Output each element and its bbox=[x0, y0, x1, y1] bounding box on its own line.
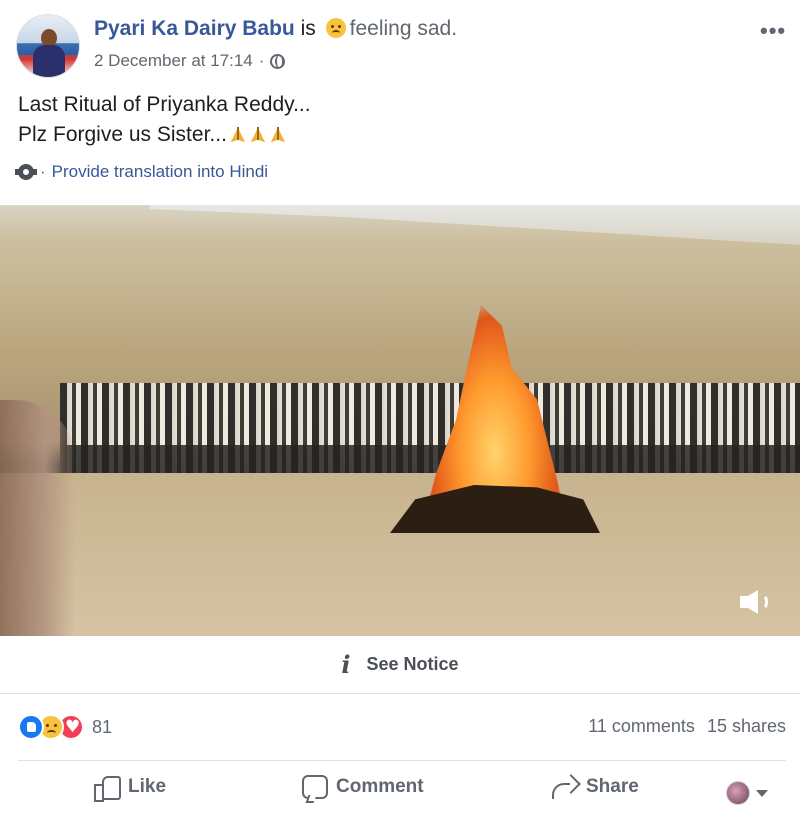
like-button[interactable]: Like bbox=[94, 775, 167, 802]
video-foreground-figure bbox=[0, 400, 75, 636]
chevron-down-icon bbox=[756, 789, 768, 797]
post-text-line-1: Last Ritual of Priyanka Reddy... bbox=[18, 93, 311, 116]
comments-count-link[interactable]: 11 comments bbox=[588, 716, 695, 737]
folded-hands-emoji-icon bbox=[229, 125, 247, 143]
thumbs-up-icon bbox=[94, 775, 121, 802]
comment-label: Comment bbox=[336, 776, 424, 797]
is-text: is bbox=[300, 17, 316, 40]
more-options-button[interactable]: ••• bbox=[760, 18, 786, 44]
globe-icon[interactable] bbox=[270, 53, 286, 69]
see-notice-label[interactable]: See Notice bbox=[367, 654, 459, 675]
gear-icon[interactable] bbox=[15, 164, 37, 180]
post-timestamp[interactable]: 2 December at 17:14 bbox=[94, 51, 253, 71]
video-player[interactable] bbox=[0, 205, 800, 636]
translation-row: · Provide translation into Hindi bbox=[15, 162, 268, 182]
reaction-count[interactable]: 81 bbox=[92, 717, 112, 738]
author-name-link[interactable]: Pyari Ka Dairy Babu bbox=[94, 17, 295, 40]
post-text-line-2: Plz Forgive us Sister... bbox=[18, 123, 227, 146]
shares-count-link[interactable]: 15 shares bbox=[707, 716, 786, 737]
engagement-counts: 11 comments 15 shares bbox=[588, 716, 786, 737]
post-meta: 2 December at 17:14 · bbox=[94, 51, 286, 71]
author-avatar[interactable] bbox=[16, 14, 80, 78]
share-label: Share bbox=[586, 776, 639, 797]
meta-separator: · bbox=[258, 51, 265, 70]
info-icon: i bbox=[341, 650, 351, 679]
translate-link[interactable]: Provide translation into Hindi bbox=[52, 162, 268, 182]
video-fire bbox=[390, 305, 600, 535]
feeling-text: feeling sad. bbox=[349, 17, 458, 40]
user-mini-avatar bbox=[726, 781, 750, 805]
sad-face-emoji-icon bbox=[325, 18, 346, 38]
like-label: Like bbox=[128, 776, 167, 797]
post-actions: Like Comment Share bbox=[18, 760, 786, 816]
comment-button[interactable]: Comment bbox=[302, 775, 424, 799]
translate-separator: · bbox=[40, 162, 46, 181]
post-text-line-2-row: Plz Forgive us Sister... bbox=[18, 120, 311, 150]
post-stats: 81 11 comments 15 shares bbox=[0, 700, 800, 756]
like-reaction-icon bbox=[18, 714, 44, 740]
share-arrow-icon bbox=[550, 775, 578, 799]
video-sky bbox=[150, 205, 800, 245]
post-title-line: Pyari Ka Dairy Babu is feeling sad. bbox=[94, 16, 457, 42]
volume-icon[interactable] bbox=[740, 588, 772, 616]
folded-hands-emoji-icon bbox=[249, 125, 267, 143]
post-header: Pyari Ka Dairy Babu is feeling sad. 2 De… bbox=[0, 0, 800, 84]
folded-hands-emoji-icon bbox=[269, 125, 287, 143]
see-notice-bar[interactable]: i See Notice bbox=[0, 636, 800, 694]
reactions-summary[interactable]: 81 bbox=[18, 714, 112, 740]
comment-bubble-icon bbox=[302, 775, 328, 799]
post-text: Last Ritual of Priyanka Reddy... Plz For… bbox=[18, 90, 311, 150]
reaction-identity-selector[interactable] bbox=[726, 781, 768, 805]
share-button[interactable]: Share bbox=[550, 775, 639, 799]
